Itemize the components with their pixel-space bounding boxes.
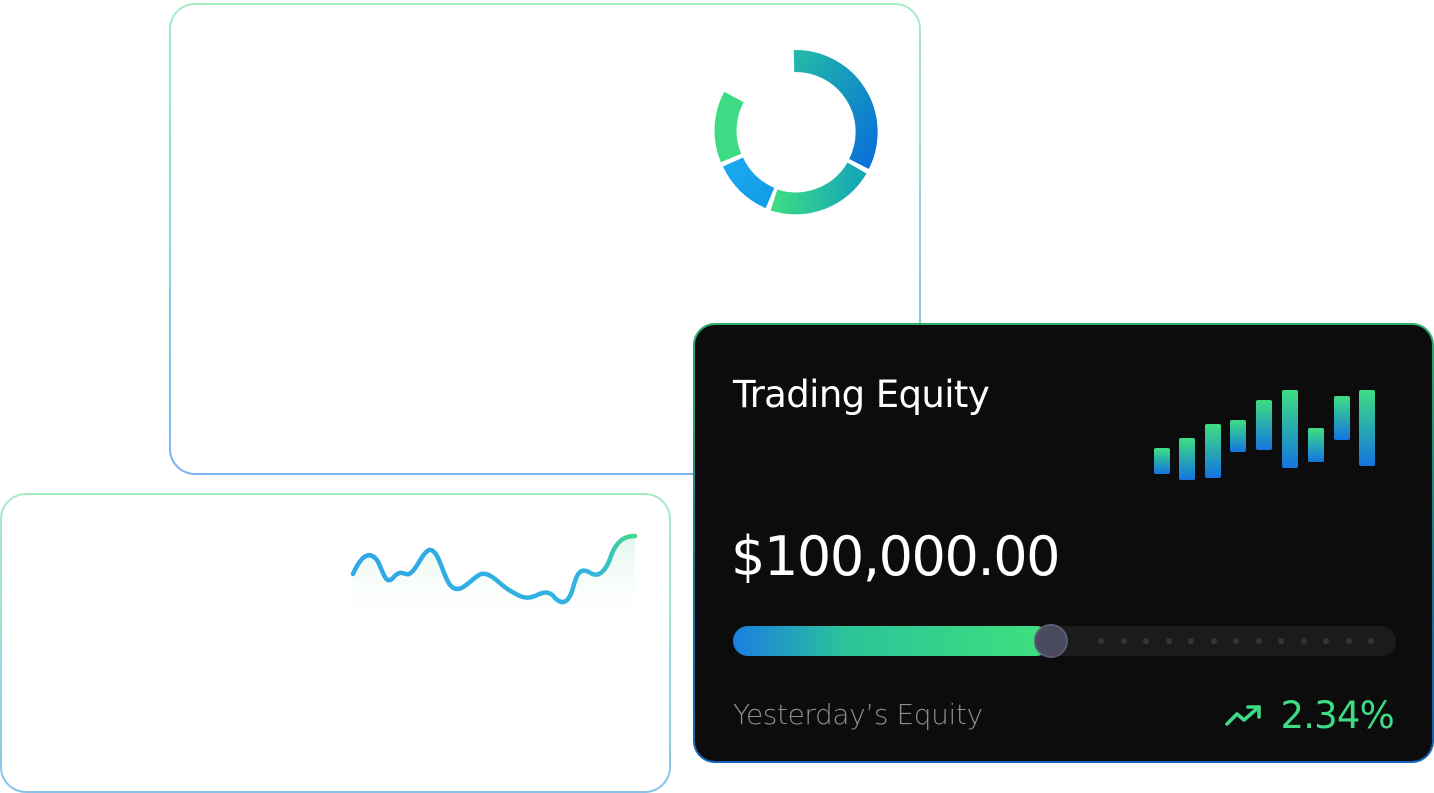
progress-dot <box>1368 638 1374 644</box>
candle-body <box>1308 428 1324 462</box>
equity-progress-fill <box>733 626 1051 656</box>
trading-equity-card: Trading Equity $100,000.00 Yesterday’s E… <box>693 323 1434 763</box>
candle-body <box>1230 420 1246 452</box>
progress-dot <box>1345 638 1352 644</box>
candle-body <box>1179 438 1195 480</box>
progress-dot <box>1210 638 1217 644</box>
progress-dot <box>1120 638 1127 644</box>
trend-up-icon <box>1225 704 1262 726</box>
progress-dot <box>1233 638 1239 644</box>
progress-dot <box>1323 638 1329 644</box>
sparkline-area <box>353 536 635 630</box>
candle-body <box>1256 400 1272 450</box>
candlestick-chart <box>1154 367 1375 493</box>
yesterday-equity-label: Yesterday’s Equity <box>733 698 983 731</box>
progress-dot <box>1188 638 1194 644</box>
progress-slider-knob[interactable] <box>1034 624 1068 658</box>
candle-body <box>1154 448 1170 474</box>
progress-remaining-dots <box>1098 638 1374 644</box>
progress-dot <box>1143 638 1149 644</box>
donut-segment-lightblue <box>722 157 775 209</box>
equity-amount: $100,000.00 <box>731 525 1061 588</box>
progress-dot <box>1098 638 1104 644</box>
donut-segment-teal <box>770 162 867 215</box>
donut-chart <box>714 49 878 215</box>
donut-segment-green <box>714 91 744 163</box>
candle-body <box>1359 390 1375 466</box>
equity-progress-bar <box>733 624 1396 658</box>
progress-dot <box>1300 638 1307 644</box>
progress-dot <box>1278 638 1284 644</box>
change-percent: 2.34% <box>1280 694 1394 737</box>
candle-body <box>1282 390 1298 468</box>
card-title: Trading Equity <box>733 373 990 416</box>
progress-dot <box>1165 638 1172 644</box>
sparkline-chart <box>350 533 638 630</box>
equity-change: 2.34% <box>1224 694 1395 737</box>
candle-body <box>1205 424 1221 478</box>
donut-segment-blue <box>793 49 878 169</box>
progress-dot <box>1255 638 1262 644</box>
candle-body <box>1334 396 1350 440</box>
